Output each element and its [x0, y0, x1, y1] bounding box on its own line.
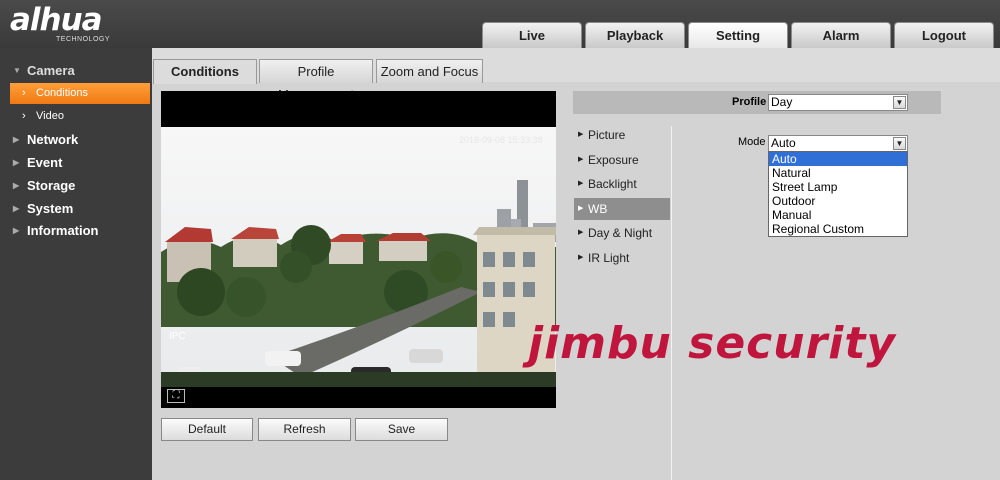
refresh-button[interactable]: Refresh — [258, 418, 351, 441]
sidebar-item-label: Storage — [27, 178, 76, 193]
logo-text: alhua — [10, 2, 103, 38]
menu-item-wb[interactable]: ▶ WB — [574, 198, 670, 220]
mode-option-natural[interactable]: Natural — [769, 166, 907, 180]
nav-tab-setting[interactable]: Setting — [688, 22, 788, 48]
menu-item-label: Exposure — [588, 153, 639, 167]
sidebar-item-label: System — [27, 201, 74, 216]
sidebar-item-camera[interactable]: ▼ Camera — [0, 60, 152, 82]
triangle-right-icon: ▶ — [578, 254, 584, 261]
camera-scene-image — [161, 127, 556, 387]
chevron-right-icon: › — [22, 110, 26, 122]
mode-label: Mode — [738, 136, 766, 148]
sidebar-item-label: Network — [27, 132, 79, 147]
video-preview[interactable]: 2018-09-08 15:33:38 IPC ⛶ — [161, 91, 556, 408]
fullscreen-icon[interactable]: ⛶ — [167, 389, 185, 403]
mode-option-street-lamp[interactable]: Street Lamp — [769, 180, 907, 194]
triangle-right-icon: ▶ — [13, 158, 20, 167]
mode-option-regional-custom[interactable]: Regional Custom — [769, 222, 907, 236]
video-timestamp: 2018-09-08 15:33:38 — [459, 135, 543, 145]
chevron-right-icon: › — [22, 87, 26, 99]
sidebar-item-system[interactable]: ▶ System — [0, 198, 152, 220]
tab-zoom-and-focus[interactable]: Zoom and Focus — [376, 59, 483, 83]
mode-dropdown-list: Auto Natural Street Lamp Outdoor Manual … — [768, 151, 908, 237]
menu-item-label: WB — [588, 202, 608, 216]
triangle-right-icon: ▶ — [578, 205, 584, 212]
menu-item-backlight[interactable]: ▶ Backlight — [574, 173, 670, 195]
triangle-down-icon: ▼ — [13, 66, 21, 75]
triangle-right-icon: ▶ — [13, 135, 20, 144]
mode-select[interactable]: Auto ▼ — [768, 135, 908, 152]
triangle-right-icon: ▶ — [578, 131, 584, 138]
sidebar-subitem-video[interactable]: › Video — [10, 106, 150, 127]
watermark-text: jimbu security — [528, 318, 897, 369]
profile-select-value: Day — [771, 95, 793, 109]
sidebar-item-label: Information — [27, 223, 99, 238]
save-button[interactable]: Save — [355, 418, 448, 441]
menu-item-label: Day & Night — [588, 226, 653, 240]
triangle-right-icon: ▶ — [13, 226, 20, 235]
default-button[interactable]: Default — [161, 418, 253, 441]
chevron-down-icon[interactable]: ▼ — [893, 137, 906, 150]
triangle-right-icon: ▶ — [578, 180, 584, 187]
sidebar: ▼ Camera › Conditions › Video ▶ Network … — [0, 48, 152, 480]
mode-select-value: Auto — [771, 136, 796, 150]
sidebar-item-label: Event — [27, 155, 63, 170]
triangle-right-icon: ▶ — [578, 229, 584, 236]
nav-tab-playback[interactable]: Playback — [585, 22, 685, 48]
sidebar-subitem-label: Conditions — [36, 87, 88, 99]
menu-item-day-night[interactable]: ▶ Day & Night — [574, 222, 670, 244]
top-header: alhua TECHNOLOGY Live Playback Setting A… — [0, 0, 1000, 48]
mode-option-manual[interactable]: Manual — [769, 208, 907, 222]
menu-item-label: Picture — [588, 128, 626, 142]
menu-item-ir-light[interactable]: ▶ IR Light — [574, 247, 670, 269]
profile-label: Profile — [732, 96, 767, 108]
tab-profile-management[interactable]: Profile Management — [259, 59, 373, 102]
mode-option-outdoor[interactable]: Outdoor — [769, 194, 907, 208]
panel-divider — [671, 126, 672, 480]
profile-select[interactable]: Day ▼ — [768, 94, 908, 111]
nav-tab-logout[interactable]: Logout — [894, 22, 994, 48]
menu-item-exposure[interactable]: ▶ Exposure — [574, 149, 670, 171]
sidebar-item-network[interactable]: ▶ Network — [0, 129, 152, 151]
sidebar-subitem-label: Video — [36, 110, 64, 122]
menu-item-label: IR Light — [588, 251, 630, 265]
logo-tagline: TECHNOLOGY — [56, 36, 111, 43]
triangle-right-icon: ▶ — [13, 181, 20, 190]
sidebar-subitem-conditions[interactable]: › Conditions — [10, 83, 150, 104]
menu-item-picture[interactable]: ▶ Picture — [574, 124, 670, 146]
brand-logo: alhua TECHNOLOGY — [10, 2, 140, 46]
sidebar-item-storage[interactable]: ▶ Storage — [0, 175, 152, 197]
nav-tab-live[interactable]: Live — [482, 22, 582, 48]
sidebar-item-information[interactable]: ▶ Information — [0, 220, 152, 242]
menu-item-label: Backlight — [588, 177, 637, 191]
triangle-right-icon: ▶ — [578, 156, 584, 163]
chevron-down-icon[interactable]: ▼ — [893, 96, 906, 109]
tab-conditions[interactable]: Conditions — [153, 59, 257, 84]
nav-tab-alarm[interactable]: Alarm — [791, 22, 891, 48]
mode-option-auto[interactable]: Auto — [769, 152, 907, 166]
triangle-right-icon: ▶ — [13, 204, 20, 213]
sidebar-item-label: Camera — [27, 63, 75, 78]
video-camera-label: IPC — [169, 331, 186, 342]
sidebar-item-event[interactable]: ▶ Event — [0, 152, 152, 174]
